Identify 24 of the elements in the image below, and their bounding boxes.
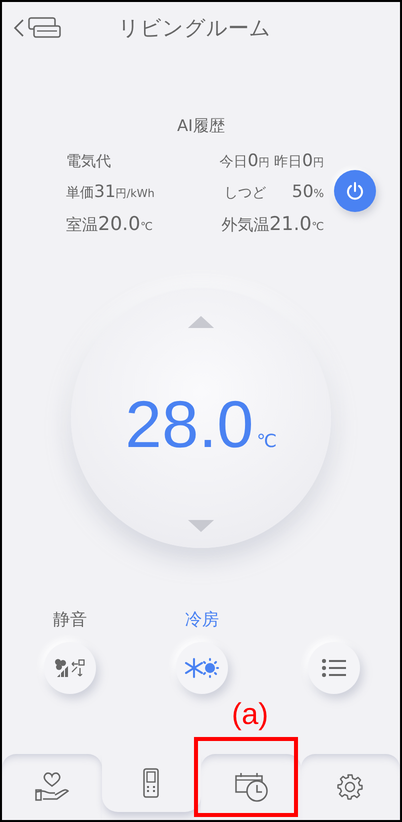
info-value: 今日 0円 昨日 0円 <box>220 151 324 171</box>
info-value: 外気温21.0℃ <box>221 213 324 236</box>
info-value: 単価31円/kWh <box>66 182 155 202</box>
info-value: しつど 50% <box>224 182 324 202</box>
back-button[interactable] <box>12 18 26 38</box>
section-title: AI履歴 <box>176 116 226 137</box>
settings-icon <box>337 774 364 800</box>
remote-tab[interactable] <box>102 754 201 812</box>
info-value: 室温20.0℃ <box>66 213 153 236</box>
annotation-label: (a) <box>230 698 270 732</box>
mode-label: 冷房 <box>185 609 219 632</box>
info-label: 電気代 <box>66 152 111 171</box>
power-icon <box>345 181 365 201</box>
power-button[interactable] <box>334 170 376 212</box>
mode-label: 静音 <box>53 609 87 632</box>
remote-control-icon <box>143 768 160 798</box>
air-conditioner-icon <box>28 17 62 39</box>
fan-speed-icon <box>54 658 86 678</box>
snowflake-sun-icon <box>185 658 219 678</box>
heart-hand-icon <box>34 772 69 802</box>
calendar-clock-icon <box>234 772 268 802</box>
menu-icon <box>322 658 346 678</box>
set-temperature: 28.0℃ <box>125 386 277 462</box>
window-title: リビングルーム <box>118 15 271 42</box>
